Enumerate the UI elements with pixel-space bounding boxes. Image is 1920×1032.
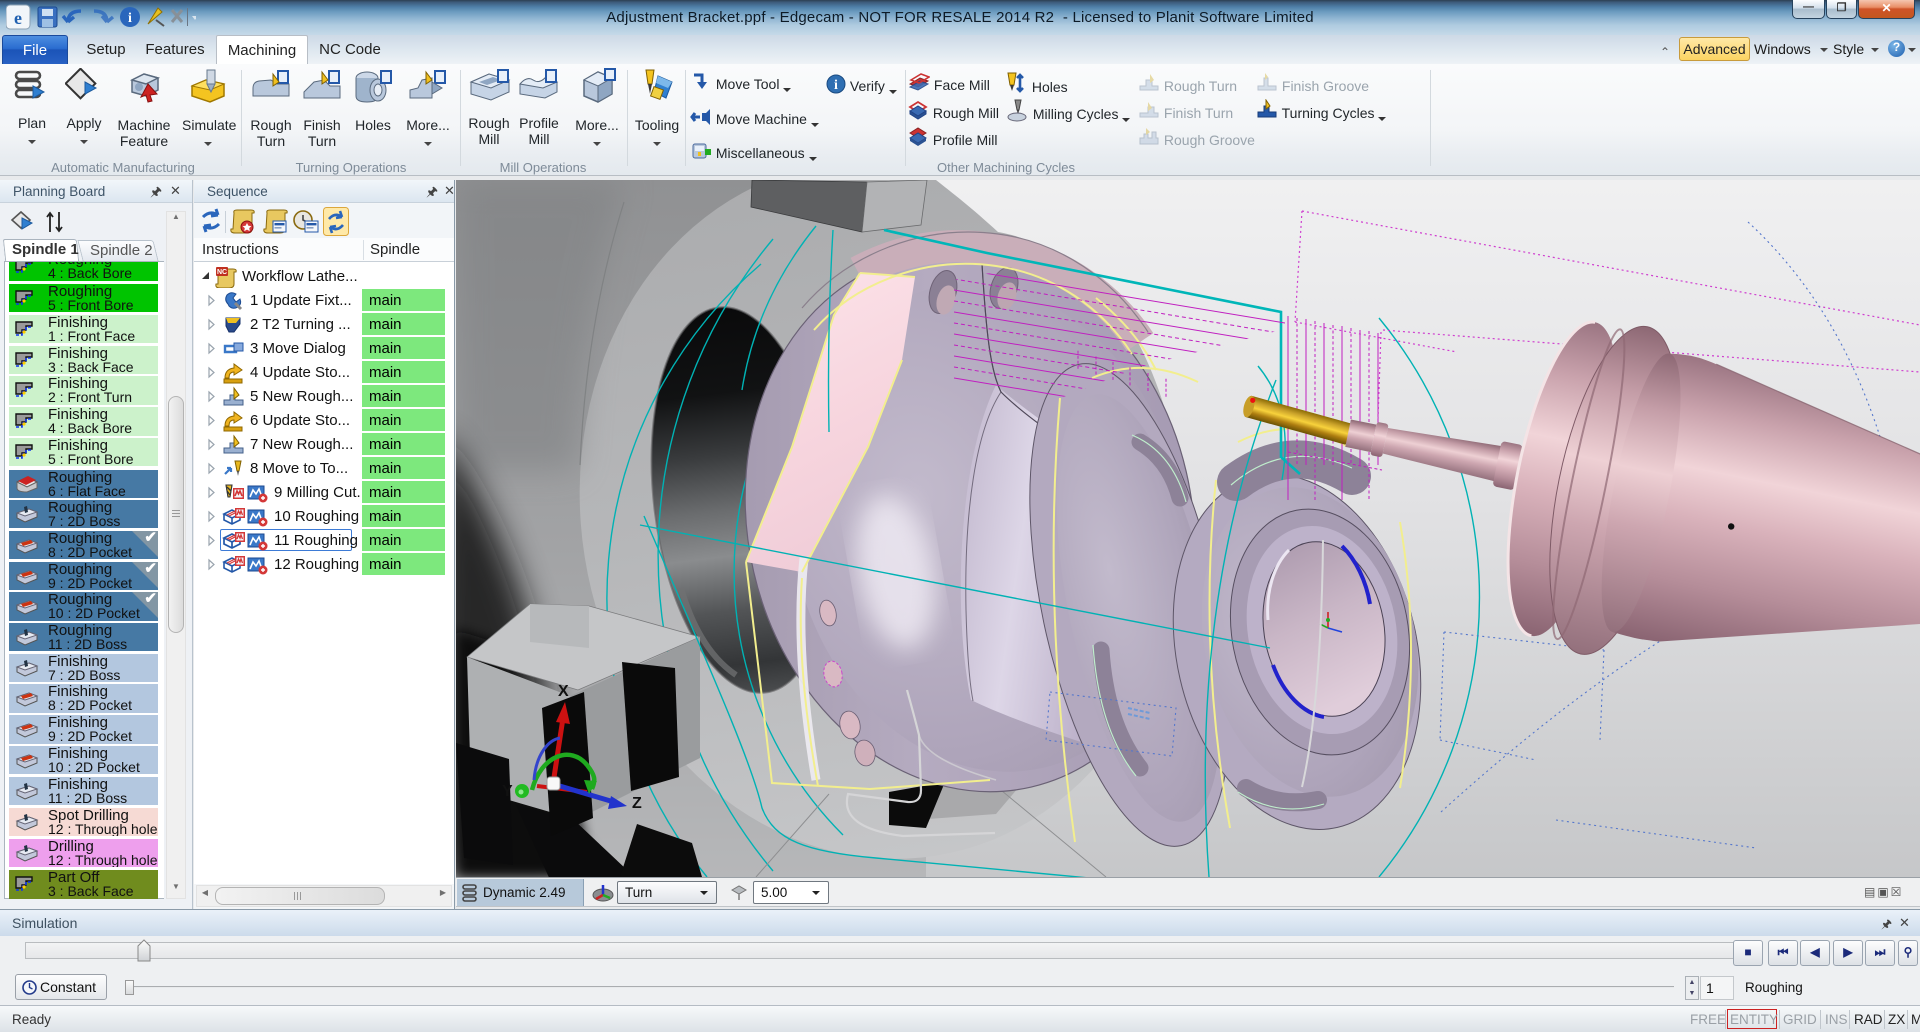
svg-text:NC: NC (217, 269, 227, 276)
svg-text:X: X (558, 683, 569, 700)
svg-text:i: i (834, 78, 838, 93)
svg-text:Y: Y (502, 783, 513, 800)
svg-text:Z: Z (632, 795, 642, 812)
